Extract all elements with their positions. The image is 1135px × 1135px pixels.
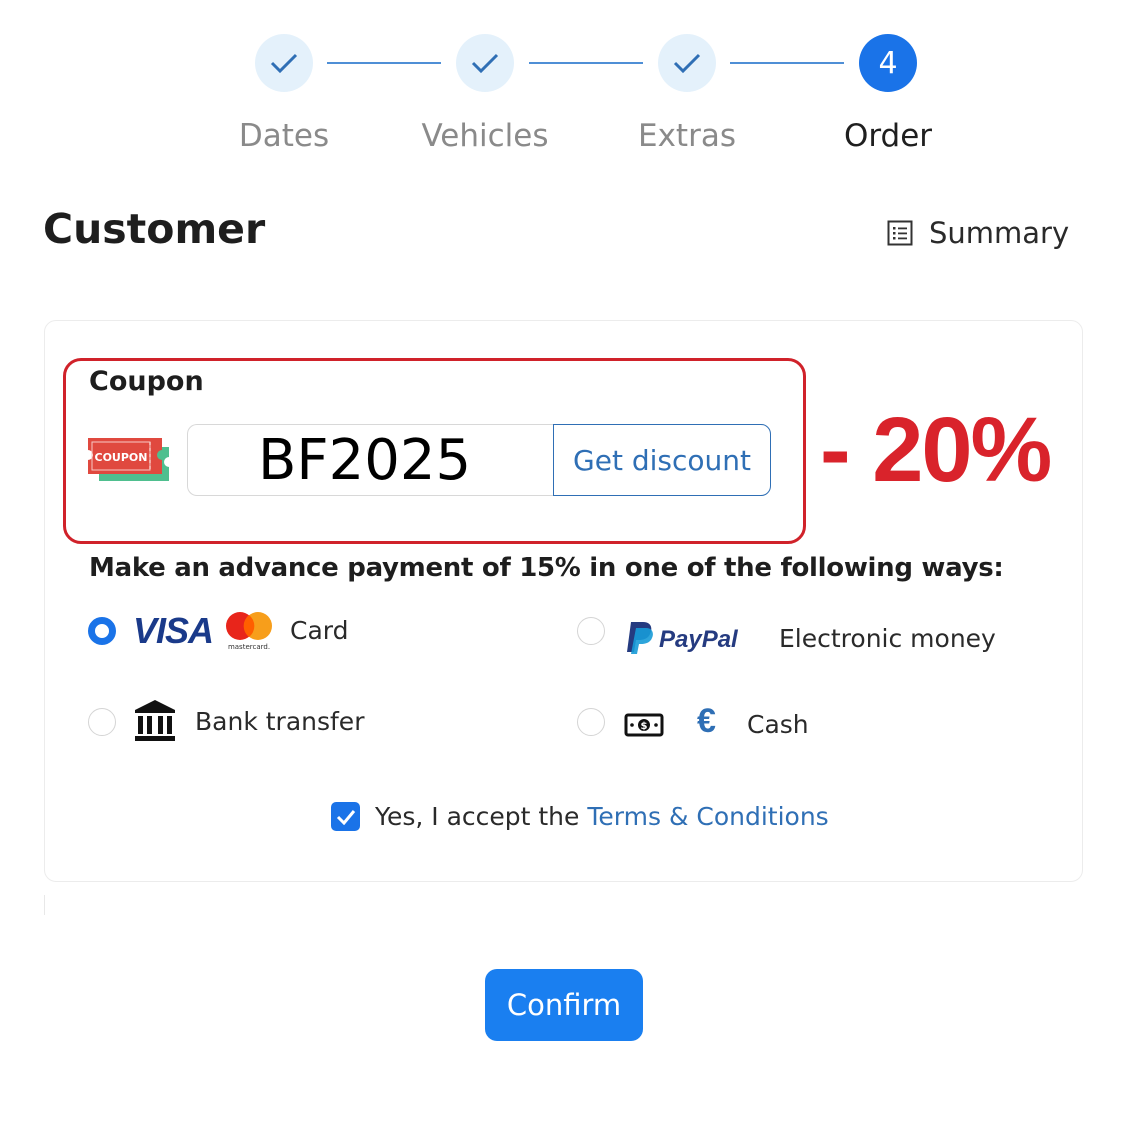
check-icon <box>471 53 499 74</box>
visa-logo: VISA <box>133 610 214 651</box>
step-connector <box>730 62 844 64</box>
confirm-button[interactable]: Confirm <box>485 969 643 1041</box>
payment-radio-cash[interactable] <box>577 708 605 736</box>
mastercard-text: mastercard. <box>228 643 270 651</box>
payment-radio-electronic[interactable] <box>577 617 605 645</box>
payment-label-card[interactable]: Card <box>290 616 348 645</box>
step-vehicles-indicator[interactable] <box>456 34 514 92</box>
step-number: 4 <box>878 45 898 81</box>
step-extras-indicator[interactable] <box>658 34 716 92</box>
terms-text: Yes, I accept the Terms & Conditions <box>375 802 829 831</box>
svg-text:$: $ <box>641 721 648 732</box>
paypal-text: PayPal <box>659 626 739 653</box>
check-icon <box>270 53 298 74</box>
payment-radio-bank[interactable] <box>88 708 116 736</box>
step-label-vehicles[interactable]: Vehicles <box>385 118 585 154</box>
payment-label-bank[interactable]: Bank transfer <box>195 707 364 736</box>
coupon-code-input[interactable] <box>187 424 554 496</box>
step-label-dates[interactable]: Dates <box>184 118 384 154</box>
payment-label-electronic[interactable]: Electronic money <box>779 624 996 653</box>
summary-button[interactable]: Summary <box>887 216 1069 250</box>
mastercard-logo: mastercard. <box>226 612 272 651</box>
step-dates-indicator[interactable] <box>255 34 313 92</box>
check-icon <box>673 53 701 74</box>
terms-prefix: Yes, I accept the <box>375 802 580 831</box>
step-label-order[interactable]: Order <box>788 118 988 154</box>
euro-icon: € <box>697 702 716 740</box>
coupon-ticket-icon: COUPON <box>88 438 169 481</box>
banknote-icon: $ <box>624 713 664 737</box>
discount-badge: - 20% <box>820 399 1052 501</box>
coupon-title: Coupon <box>89 366 204 397</box>
payment-radio-card[interactable] <box>88 617 116 645</box>
payment-heading: Make an advance payment of 15% in one of… <box>89 553 1004 583</box>
check-icon <box>336 809 355 825</box>
get-discount-button[interactable]: Get discount <box>553 424 771 496</box>
step-connector <box>529 62 643 64</box>
divider <box>44 895 45 915</box>
bank-icon <box>135 700 175 741</box>
step-connector <box>327 62 441 64</box>
terms-row: Yes, I accept the Terms & Conditions <box>331 802 829 831</box>
step-label-extras[interactable]: Extras <box>587 118 787 154</box>
payment-label-cash[interactable]: Cash <box>747 710 809 739</box>
page-title: Customer <box>43 205 266 253</box>
paypal-logo: PayPal <box>627 622 739 654</box>
terms-link[interactable]: Terms & Conditions <box>587 802 828 831</box>
step-order-indicator[interactable]: 4 <box>859 34 917 92</box>
summary-label: Summary <box>929 216 1070 250</box>
list-icon <box>887 220 913 246</box>
coupon-icon-text: COUPON <box>95 451 148 464</box>
terms-checkbox[interactable] <box>331 802 360 831</box>
